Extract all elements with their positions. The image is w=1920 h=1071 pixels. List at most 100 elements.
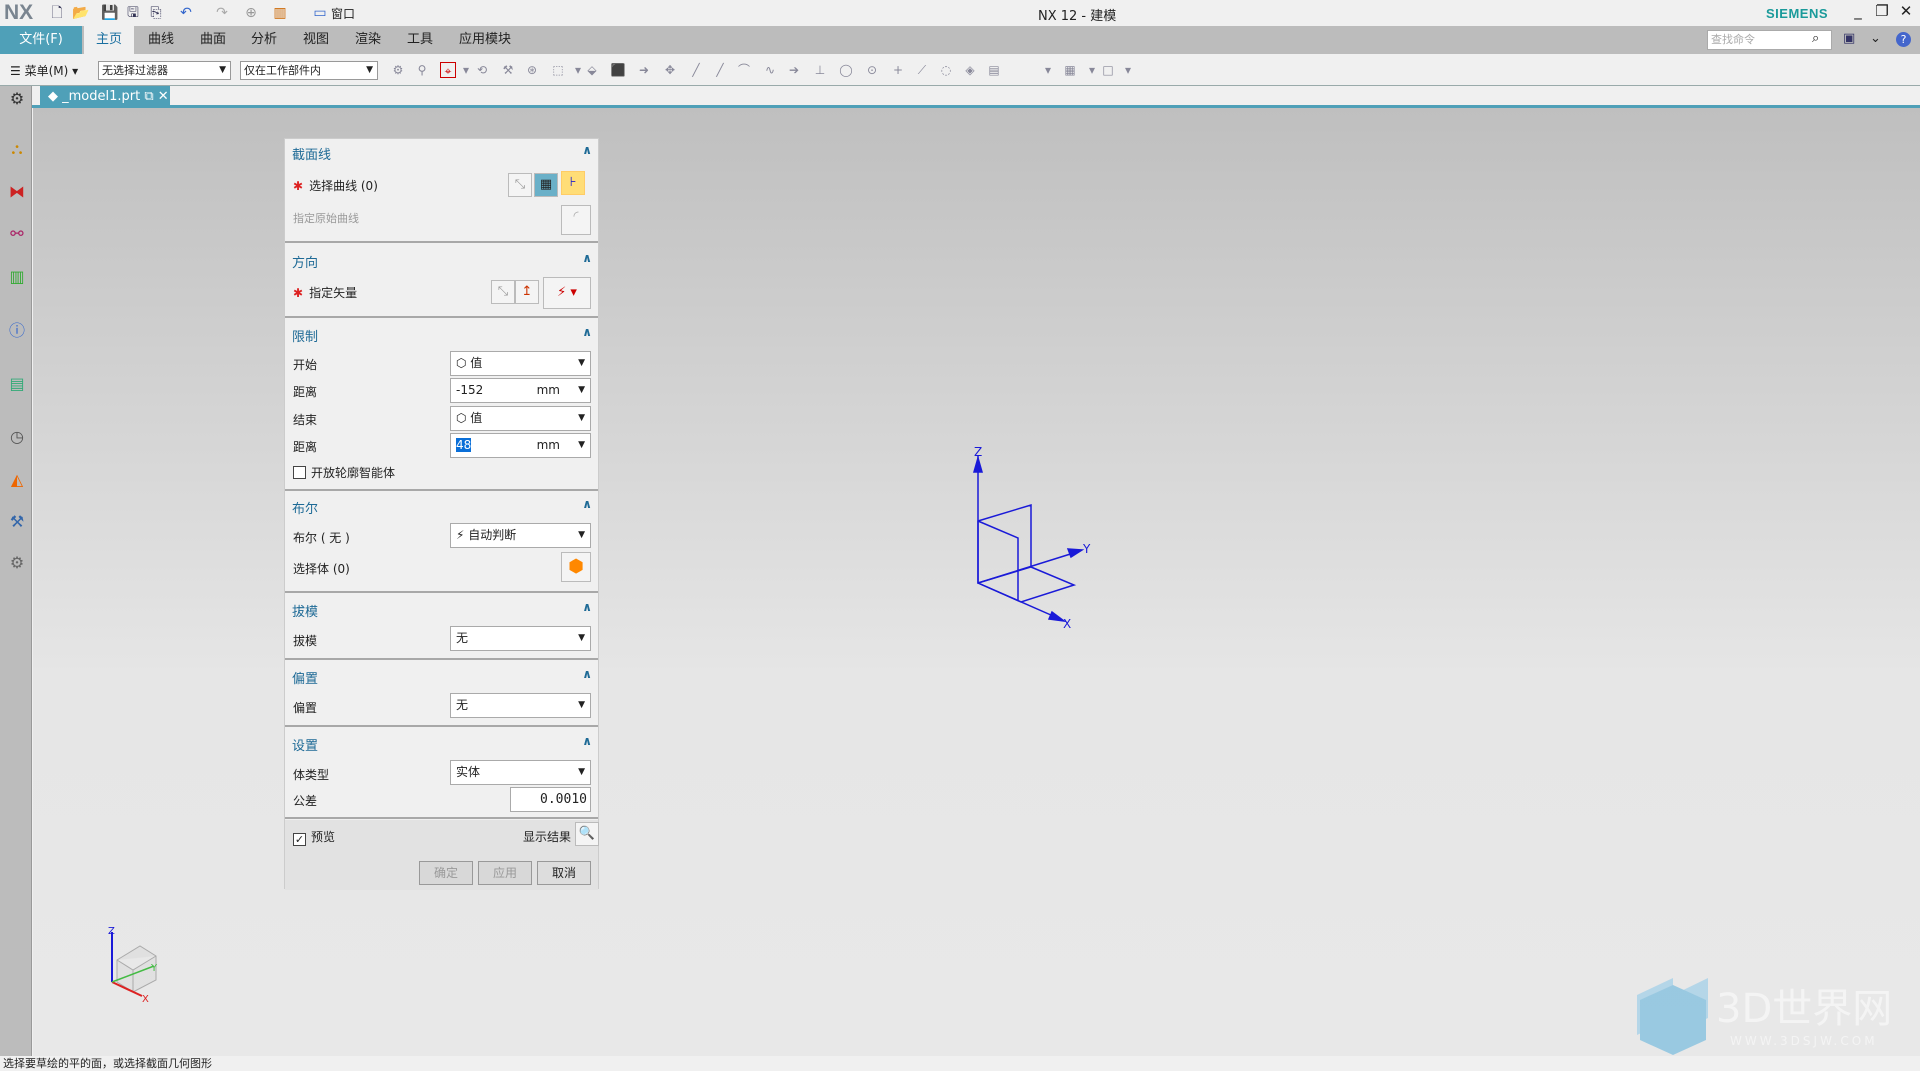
new-file-icon[interactable]: 🗋 xyxy=(48,4,66,22)
window-icon[interactable]: ▭ xyxy=(311,4,329,22)
limits-title[interactable]: 限制 xyxy=(292,326,318,345)
part-navigator-icon[interactable]: ⛬ xyxy=(6,138,28,160)
select-body-label[interactable]: 选择体 (0) xyxy=(293,560,350,577)
checkbox[interactable] xyxy=(293,466,306,479)
end-type-dropdown[interactable]: ⬡ 值 ▼ xyxy=(450,406,591,431)
offset-dropdown[interactable]: 无 ▼ xyxy=(450,693,591,718)
end-distance-input[interactable]: 48 mm ▼ xyxy=(450,433,591,458)
history-clock-icon[interactable]: ◷ xyxy=(6,426,28,448)
cube-icon[interactable]: ⬛ xyxy=(610,62,626,78)
collapse-icon[interactable]: ∧ xyxy=(582,667,592,681)
spline-icon[interactable]: ∿ xyxy=(762,62,778,78)
repeat-command-icon[interactable]: ⊕ xyxy=(242,4,260,22)
collapse-icon[interactable]: ∧ xyxy=(582,734,592,748)
search-icon[interactable]: ⌕ xyxy=(1812,31,1819,46)
reverse-direction-icon[interactable]: ⤡ xyxy=(491,280,515,304)
specify-vector-label[interactable]: 指定矢量 xyxy=(309,286,357,300)
file-tab[interactable]: 文件(F) xyxy=(0,26,82,54)
tab-view[interactable]: 视图 xyxy=(293,26,339,54)
checkbox-checked[interactable]: ✓ xyxy=(293,833,306,846)
deselect-icon[interactable]: ⤡ xyxy=(508,173,532,197)
select-curve-label[interactable]: 选择曲线 (0) xyxy=(309,179,378,193)
sphere-icon[interactable]: ◌ xyxy=(938,62,954,78)
layer-settings-icon[interactable]: ▦ xyxy=(1062,62,1078,78)
window-menu[interactable]: 窗口 xyxy=(331,5,355,22)
circle-icon[interactable]: ◯ xyxy=(838,62,854,78)
system-materials-icon[interactable]: ◭ xyxy=(6,469,28,491)
selection-filter-dropdown[interactable]: 无选择过滤器 ▼ xyxy=(98,61,231,80)
filter-icon[interactable]: ⚲ xyxy=(414,62,430,78)
view-icon[interactable]: ⬙ xyxy=(584,62,600,78)
ok-button[interactable]: 确定 xyxy=(419,861,473,885)
save-icon[interactable]: 💾 xyxy=(101,4,119,22)
offset-title[interactable]: 偏置 xyxy=(292,668,318,687)
redo-icon[interactable]: ↷ xyxy=(213,4,231,22)
start-distance-input[interactable]: -152 mm ▼ xyxy=(450,378,591,403)
collapse-icon[interactable]: ∧ xyxy=(582,143,592,157)
web-browser-icon[interactable]: ⓘ xyxy=(6,320,28,342)
settings-title[interactable]: 设置 xyxy=(292,735,318,754)
plus-icon[interactable]: + xyxy=(890,62,906,78)
layer-icon[interactable]: ◈ xyxy=(962,62,978,78)
center-icon[interactable]: ⊙ xyxy=(864,62,880,78)
start-type-dropdown[interactable]: ⬡ 值 ▼ xyxy=(450,351,591,376)
line-icon[interactable]: ╱ xyxy=(688,62,704,78)
apply-button[interactable]: 应用 xyxy=(478,861,532,885)
ribbon-display-icon[interactable]: ▣ xyxy=(1843,31,1855,46)
tab-tools[interactable]: 工具 xyxy=(397,26,443,54)
minimize-button[interactable]: _ xyxy=(1848,2,1868,20)
tab-home[interactable]: 主页 xyxy=(84,26,134,54)
document-tab[interactable]: ◆ _model1.prt ⧉ ✕ xyxy=(40,86,170,108)
help-icon[interactable]: ? xyxy=(1896,32,1911,47)
dropdown-arrow-icon[interactable]: ▾ xyxy=(1084,62,1100,78)
select-feature-icon[interactable]: ⊛ xyxy=(524,62,540,78)
curve-select-icon[interactable]: ⊦ xyxy=(561,171,585,195)
tolerance-input[interactable]: 0.0010 xyxy=(510,787,591,812)
save-all-icon[interactable]: ⎘ xyxy=(147,4,165,22)
cancel-button[interactable]: 取消 xyxy=(537,861,591,885)
select-body-cube-icon[interactable]: ⬢ xyxy=(561,552,591,582)
vector-dialog-icon[interactable]: ↥ xyxy=(515,280,539,304)
inferred-vector-dropdown[interactable]: ⚡ ▾ xyxy=(543,277,591,309)
sketch-section-icon[interactable]: ▦ xyxy=(534,173,558,197)
body-type-dropdown[interactable]: 实体 ▼ xyxy=(450,760,591,785)
preview-checkbox[interactable]: ✓ 预览 xyxy=(293,828,335,846)
tab-render[interactable]: 渲染 xyxy=(345,26,391,54)
tangent-icon[interactable]: ⟋ xyxy=(914,62,930,78)
roles-icon[interactable]: ⚙ xyxy=(6,552,28,574)
collapse-icon[interactable]: ∧ xyxy=(582,600,592,614)
rotate-icon[interactable]: ⟲ xyxy=(474,62,490,78)
tab-application[interactable]: 应用模块 xyxy=(449,26,521,54)
open-folder-icon[interactable]: 📂 xyxy=(72,4,90,22)
draft-dropdown[interactable]: 无 ▼ xyxy=(450,626,591,651)
boolean-dropdown[interactable]: ⚡ 自动判断 ▼ xyxy=(450,523,591,548)
collapse-icon[interactable]: ∧ xyxy=(582,251,592,265)
show-result-magnifier-icon[interactable]: 🔍 xyxy=(575,822,599,846)
perpendicular-icon[interactable]: ⊥ xyxy=(812,62,828,78)
arrow-icon[interactable]: ➔ xyxy=(786,62,802,78)
save-as-icon[interactable]: 🖫 xyxy=(124,4,142,22)
touch-mode-icon[interactable]: ▥ xyxy=(271,4,289,22)
move-icon[interactable]: ✥ xyxy=(662,62,678,78)
box-select-icon[interactable]: ⬚ xyxy=(550,62,566,78)
dropdown-arrow-icon[interactable]: ▾ xyxy=(458,62,474,78)
tab-analysis[interactable]: 分析 xyxy=(241,26,287,54)
popout-icon[interactable]: ⧉ xyxy=(144,89,153,104)
original-curve-icon[interactable]: ◜ xyxy=(561,205,591,235)
window-frame-icon[interactable]: □ xyxy=(1100,62,1116,78)
selection-scope-dropdown[interactable]: 仅在工作部件内 ▼ xyxy=(240,61,378,80)
dropdown-arrow-icon[interactable]: ▾ xyxy=(1040,62,1056,78)
collapse-icon[interactable]: ∧ xyxy=(582,325,592,339)
snap-icon[interactable]: ⚙ xyxy=(390,62,406,78)
pick-icon[interactable]: ⚒ xyxy=(500,62,516,78)
open-profile-checkbox[interactable]: 开放轮廓智能体 xyxy=(293,464,395,481)
arrow-right-icon[interactable]: ➜ xyxy=(636,62,652,78)
history-palette-icon[interactable]: ▤ xyxy=(6,373,28,395)
restore-button[interactable]: ❐ xyxy=(1872,2,1892,20)
process-studio-icon[interactable]: ⚒ xyxy=(6,511,28,533)
dropdown-arrow-icon[interactable]: ▾ xyxy=(1120,62,1136,78)
assembly-navigator-icon[interactable]: ⧓ xyxy=(6,181,28,203)
doc-icon[interactable]: ▤ xyxy=(986,62,1002,78)
line2-icon[interactable]: ╱ xyxy=(712,62,728,78)
constraint-navigator-icon[interactable]: ⚯ xyxy=(6,223,28,245)
